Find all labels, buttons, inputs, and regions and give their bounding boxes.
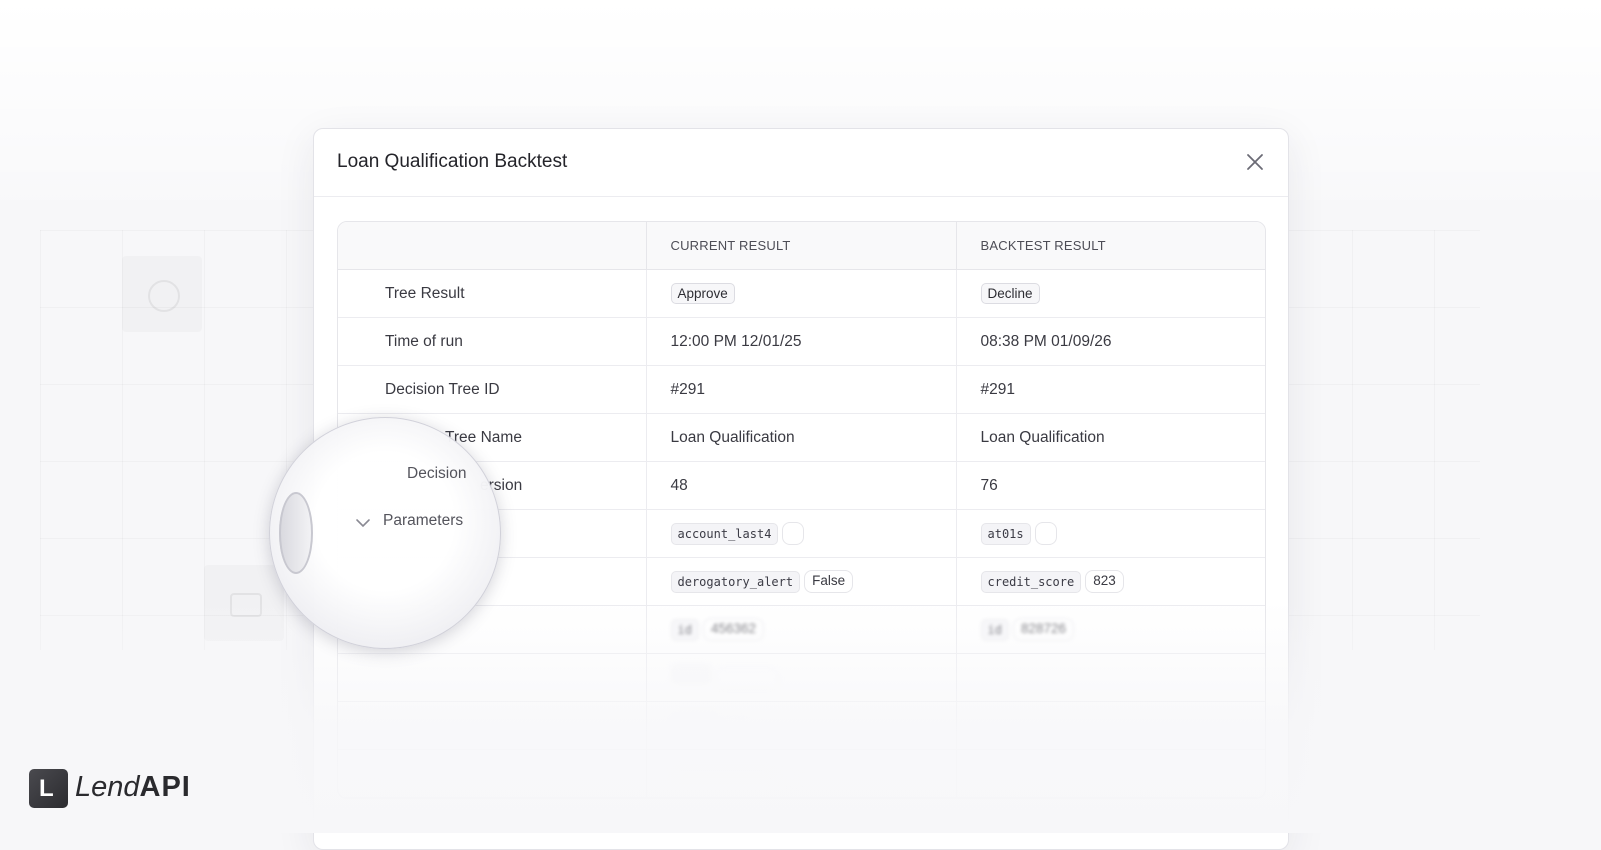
table-row — [338, 749, 1265, 798]
empty-cell — [338, 701, 646, 750]
blurred-value — [776, 764, 799, 788]
current-cell — [645, 653, 956, 702]
param-key: credit_score — [980, 570, 1082, 593]
current-cell: Loan Qualification — [645, 413, 956, 462]
param-key: at01s — [980, 522, 1031, 545]
table-header-row: CURRENT RESULT BACKTEST RESULT — [338, 222, 1265, 270]
logo-wordmark: LendAPI — [75, 771, 191, 804]
table-row — [338, 701, 1265, 750]
blurred-key — [670, 711, 719, 732]
param-value — [1034, 522, 1057, 545]
current-cell: Approve — [645, 269, 956, 318]
current-cell: #291 — [645, 365, 956, 414]
logo-part-lend: Lend — [75, 771, 140, 803]
empty-cell — [338, 749, 646, 798]
column-header-current: CURRENT RESULT — [645, 222, 956, 270]
backtest-cell: 08:38 PM 01/09/26 — [955, 317, 1265, 366]
current-cell — [645, 749, 956, 798]
modal-title: Loan Qualification Backtest — [337, 151, 568, 172]
result-badge-backtest: Decline — [980, 283, 1040, 304]
lens-text-decision: Decision — [407, 465, 467, 482]
magnifier-lens: Decision Parameters — [269, 417, 501, 649]
empty-cell — [955, 653, 1265, 702]
param-key: derogatory_alert — [670, 570, 801, 593]
backtest-cell: Loan Qualification — [955, 413, 1265, 462]
table-row — [338, 653, 1265, 702]
blurred-key — [670, 759, 773, 780]
logo-letter: L — [39, 775, 54, 802]
column-header-label — [338, 222, 646, 270]
background-tile — [122, 256, 202, 332]
backtest-cell: id 828726 — [955, 605, 1265, 654]
row-label: Tree Result — [338, 269, 646, 318]
current-cell: id 456362 — [645, 605, 956, 654]
table-row: Tree Name Loan Qualification Loan Qualif… — [338, 413, 1265, 462]
backtest-cell: Decline — [955, 269, 1265, 318]
current-cell: 48 — [645, 461, 956, 510]
param-value: 456362 — [702, 618, 765, 641]
param-value — [782, 522, 805, 545]
current-cell: derogatory_alert False — [645, 557, 956, 606]
current-cell: 12:00 PM 12/01/25 — [645, 317, 956, 366]
empty-cell — [955, 701, 1265, 750]
row-label: Time of run — [338, 317, 646, 366]
table-row: Time of run 12:00 PM 12/01/25 08:38 PM 0… — [338, 317, 1265, 366]
backtest-cell: #291 — [955, 365, 1265, 414]
empty-cell — [955, 749, 1265, 798]
logo-part-api: API — [139, 771, 191, 803]
param-value: 823 — [1085, 570, 1124, 593]
close-button[interactable] — [1242, 149, 1268, 175]
chevron-down-icon[interactable] — [355, 518, 371, 528]
result-badge-current: Approve — [670, 283, 735, 304]
modal-header: Loan Qualification Backtest — [314, 129, 1288, 197]
blurred-value — [714, 668, 779, 692]
param-value: 828726 — [1012, 618, 1075, 641]
param-key: id — [980, 618, 1009, 641]
param-key: id — [670, 618, 699, 641]
table-row: id 456362 id 828726 — [338, 605, 1265, 654]
param-key: account_last4 — [670, 522, 779, 545]
table-row: Tree Result Approve Decline — [338, 269, 1265, 318]
column-header-backtest: BACKTEST RESULT — [955, 222, 1265, 270]
backtest-cell: 76 — [955, 461, 1265, 510]
backtest-cell: at01s — [955, 509, 1265, 558]
lens-parameters-label[interactable]: Parameters — [383, 512, 463, 530]
backtest-cell: credit_score 823 — [955, 557, 1265, 606]
current-cell — [645, 701, 956, 750]
empty-cell — [338, 653, 646, 702]
logo-mark: L — [29, 769, 68, 808]
blurred-key — [670, 663, 711, 684]
close-icon — [1247, 154, 1263, 170]
background-tile — [204, 565, 284, 641]
blurred-value — [722, 716, 745, 740]
lens-reflection — [279, 492, 313, 574]
table-row: Decision Tree ID #291 #291 — [338, 365, 1265, 414]
current-cell: account_last4 — [645, 509, 956, 558]
param-value: False — [804, 570, 854, 593]
row-label: Decision Tree ID — [338, 365, 646, 414]
